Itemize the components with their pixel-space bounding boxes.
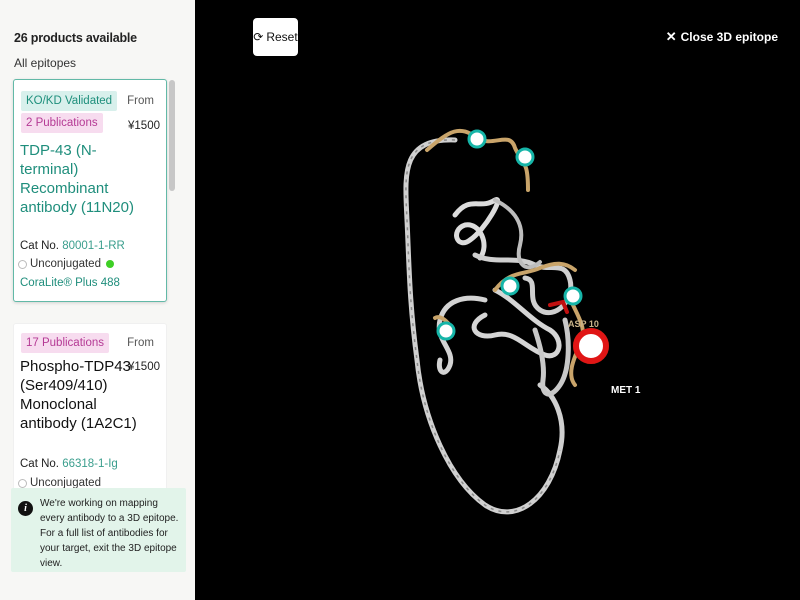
residue-label-asp: ASP 10 (568, 319, 599, 329)
epitope-marker[interactable] (515, 147, 535, 167)
protein-structure[interactable]: ASP 10 MET 1 (195, 0, 800, 600)
close-3d-epitope-button[interactable]: ✕ Close 3D epitope (666, 29, 778, 45)
epitope-marker[interactable] (500, 276, 520, 296)
product-card[interactable]: KO/KD Validated 2 Publications From ¥150… (13, 79, 167, 302)
product-list-panel: 26 products available All epitopes KO/KD… (0, 0, 195, 600)
publications-badge: 17 Publications (21, 333, 109, 353)
green-dot-icon (105, 260, 114, 268)
info-icon: i (18, 501, 33, 516)
selected-epitope-marker[interactable] (573, 328, 609, 364)
chain-outer-loop-shade (405, 139, 561, 513)
close-x-icon: ✕ (665, 29, 677, 44)
epitope-filter-label[interactable]: All epitopes (14, 56, 76, 70)
catalog-number: Cat No. 80001-1-RR (20, 240, 125, 252)
reset-button[interactable]: ⟳ Reset (253, 18, 298, 56)
reset-label: Reset (266, 30, 298, 44)
residue-label-met: MET 1 (611, 385, 641, 396)
epitope-3d-viewer[interactable]: ASP 10 MET 1 ⟳ Reset ✕ Close 3D epitope (195, 0, 800, 600)
list-scrollbar[interactable] (169, 80, 175, 191)
epitope-marker[interactable] (467, 129, 487, 149)
radio-icon[interactable] (18, 478, 27, 488)
catalog-number: Cat No. 66318-1-Ig (20, 458, 118, 470)
close-label: Close 3D epitope (680, 30, 778, 44)
refresh-icon: ⟳ (253, 30, 264, 44)
product-card[interactable]: 17 Publications From ¥1500 Phospho-TDP43… (13, 323, 167, 503)
radio-icon[interactable] (18, 259, 27, 269)
chain-core-top (452, 197, 501, 261)
results-count: 26 products available (14, 31, 137, 45)
chain-core-top-right (493, 198, 542, 270)
catalog-label: Cat No. (20, 240, 59, 252)
product-name-link[interactable]: Phospho-TDP43 (Ser409/410) Monoclonal an… (20, 357, 145, 433)
info-notice: i We're working on mapping every antibod… (11, 488, 186, 572)
conjugate-label: Unconjugated (30, 258, 101, 270)
price-value: ¥1500 (128, 120, 160, 132)
epitope-marker[interactable] (563, 286, 583, 306)
price-from-label: From (127, 95, 154, 107)
product-name-link[interactable]: TDP-43 (N-terminal) Recombinant antibody… (20, 141, 145, 217)
publications-badge: 2 Publications (21, 113, 103, 133)
ko-kd-validated-badge: KO/KD Validated (21, 91, 118, 111)
catalog-value[interactable]: 66318-1-Ig (62, 458, 118, 470)
price-from-label: From (127, 337, 154, 349)
conjugate-option[interactable]: Unconjugated (18, 258, 114, 270)
catalog-value[interactable]: 80001-1-RR (62, 240, 125, 252)
conjugate-alt-option[interactable]: CoraLite® Plus 488 (20, 277, 120, 289)
catalog-label: Cat No. (20, 458, 59, 470)
epitope-marker[interactable] (436, 321, 456, 341)
info-text: We're working on mapping every antibody … (40, 498, 179, 569)
